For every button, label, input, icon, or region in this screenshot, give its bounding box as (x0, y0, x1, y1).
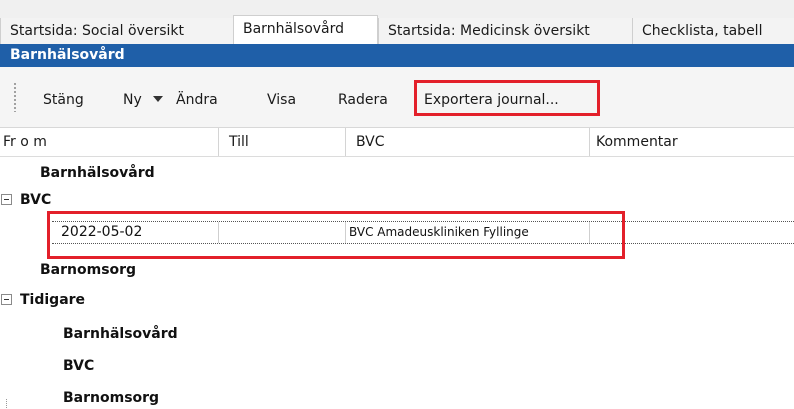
new-dropdown-chevron-down-icon[interactable] (153, 96, 163, 102)
column-header-from[interactable]: Fr o m (3, 128, 47, 156)
column-header: Fr o m Till BVC Kommentar (0, 128, 794, 157)
column-divider[interactable] (345, 128, 346, 156)
tree-item-tidigare-barnomsorg[interactable]: Barnomsorg (63, 387, 159, 409)
column-header-to[interactable]: Till (229, 128, 249, 156)
column-header-comment[interactable]: Kommentar (596, 128, 678, 156)
column-header-bvc[interactable]: BVC (356, 128, 385, 156)
row-highlight-box (47, 211, 625, 259)
tree-group-barnomsorg[interactable]: Barnomsorg (40, 259, 136, 281)
column-divider[interactable] (589, 128, 590, 156)
tree-connector-line (6, 399, 8, 408)
tree-item-tidigare-bvc[interactable]: BVC (63, 355, 94, 377)
collapse-icon[interactable] (1, 194, 12, 205)
tree-item-tidigare-barnhalsovard[interactable]: Barnhälsovård (63, 323, 178, 345)
close-button[interactable]: Stäng (43, 89, 84, 111)
tree-group-barnhalsovard[interactable]: Barnhälsovård (40, 162, 155, 184)
tree-group-bvc[interactable]: BVC (20, 189, 51, 211)
tab-bar: Startsida: Social översikt Barnhälsovård… (0, 0, 794, 44)
export-highlight-box (414, 80, 600, 116)
new-button[interactable]: Ny (123, 89, 142, 111)
edit-button[interactable]: Ändra (176, 89, 218, 111)
column-divider[interactable] (218, 128, 219, 156)
delete-button[interactable]: Radera (338, 89, 388, 111)
tab-barnhalsovard[interactable]: Barnhälsovård (233, 15, 378, 44)
collapse-icon[interactable] (1, 294, 12, 305)
tree-group-tidigare[interactable]: Tidigare (20, 289, 85, 311)
tab-checklista-tabell[interactable]: Checklista, tabell (632, 18, 794, 44)
tab-social-oversikt[interactable]: Startsida: Social översikt (0, 18, 233, 44)
view-button[interactable]: Visa (267, 89, 296, 111)
tab-medicinsk-oversikt[interactable]: Startsida: Medicinsk översikt (378, 18, 632, 44)
toolbar-grip-handle[interactable] (13, 82, 17, 112)
toolbar: Stäng Ny Ändra Visa Radera Exportera jou… (0, 67, 794, 128)
panel-title: Barnhälsovård (0, 44, 794, 67)
